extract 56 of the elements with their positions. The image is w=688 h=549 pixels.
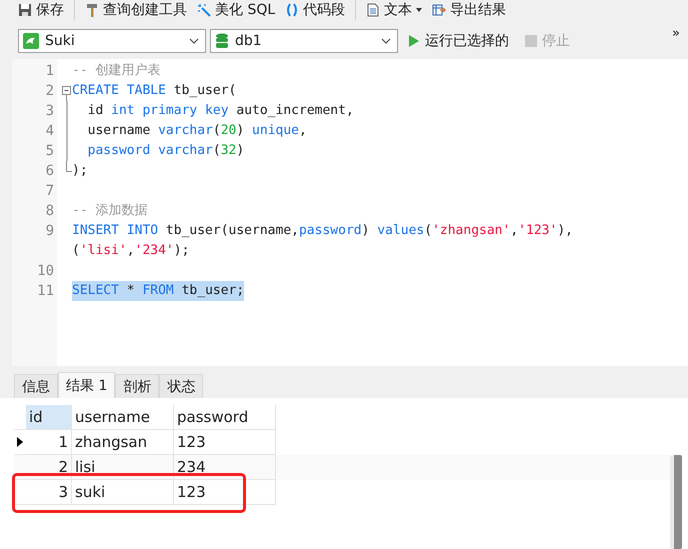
code-line: CREATE TABLE tb_user( <box>72 82 236 100</box>
result-tab[interactable]: 结果 1 <box>58 372 116 398</box>
table-cell: 234 <box>174 455 276 480</box>
table-cell: 123 <box>174 480 276 505</box>
dropdown-caret-icon <box>416 8 422 12</box>
table-cell: lisi <box>72 455 174 480</box>
chevron-down-icon <box>381 38 391 44</box>
table-cell: 3 <box>26 480 72 505</box>
result-tab[interactable]: 状态 <box>159 374 204 398</box>
column-header[interactable]: password <box>174 405 276 430</box>
result-tab[interactable]: 信息 <box>14 374 58 398</box>
code-line: -- 创建用户表 <box>72 62 160 80</box>
toolbar-button[interactable]: 代码段 <box>285 1 346 19</box>
code-line: username varchar(20) unique, <box>86 122 307 140</box>
sparkle-wand-icon <box>197 3 211 17</box>
chevron-down-icon <box>189 38 199 44</box>
line-number: 7 <box>44 182 54 201</box>
line-number: 5 <box>44 142 54 161</box>
code-line: -- 添加数据 <box>72 202 148 220</box>
export-table-icon <box>432 3 446 17</box>
toolbar-button[interactable]: 文本 <box>366 1 422 19</box>
database-select[interactable]: db1 <box>210 29 398 53</box>
play-icon <box>408 34 420 48</box>
line-number: 10 <box>36 262 54 281</box>
line-number: 11 <box>36 282 54 301</box>
toolbar-button[interactable]: 美化 SQL <box>197 1 276 19</box>
current-row-arrow-icon <box>17 437 23 447</box>
scrollbar[interactable] <box>670 455 682 549</box>
code-line: ); <box>72 162 88 180</box>
toolbar-button[interactable]: 查询创建工具 <box>85 1 187 19</box>
code-line: id int primary key auto_increment, <box>86 102 354 120</box>
table-cell: suki <box>72 480 174 505</box>
code-line: INSERT INTO tb_user(username,password) values('zhangsan','123'),('lisi','234'); <box>72 222 574 260</box>
toolbar-button[interactable]: 导出结果 <box>432 1 506 19</box>
save-icon <box>18 3 32 17</box>
connection-select[interactable]: Suki <box>18 29 206 53</box>
line-number: 2 <box>44 82 54 101</box>
column-header[interactable]: id <box>26 405 72 430</box>
column-header[interactable]: username <box>72 405 174 430</box>
database-icon <box>215 33 229 49</box>
line-number: 9 <box>44 222 54 241</box>
line-number: 1 <box>44 62 54 81</box>
hammer-icon <box>85 3 99 17</box>
run-selected-button[interactable]: 运行已选择的 <box>402 32 515 50</box>
document-icon <box>366 3 380 17</box>
code-line: password varchar(32) <box>86 142 244 160</box>
line-number: 3 <box>44 102 54 121</box>
overflow-chevron[interactable]: » <box>672 26 680 41</box>
line-number: 6 <box>44 162 54 181</box>
toolbar-button[interactable]: 保存 <box>18 1 64 19</box>
stop-icon <box>525 35 537 47</box>
result-tab[interactable]: 剖析 <box>115 374 160 398</box>
line-number: 8 <box>44 202 54 221</box>
line-number: 4 <box>44 122 54 141</box>
parentheses-icon <box>285 3 300 17</box>
table-cell: 2 <box>26 455 72 480</box>
